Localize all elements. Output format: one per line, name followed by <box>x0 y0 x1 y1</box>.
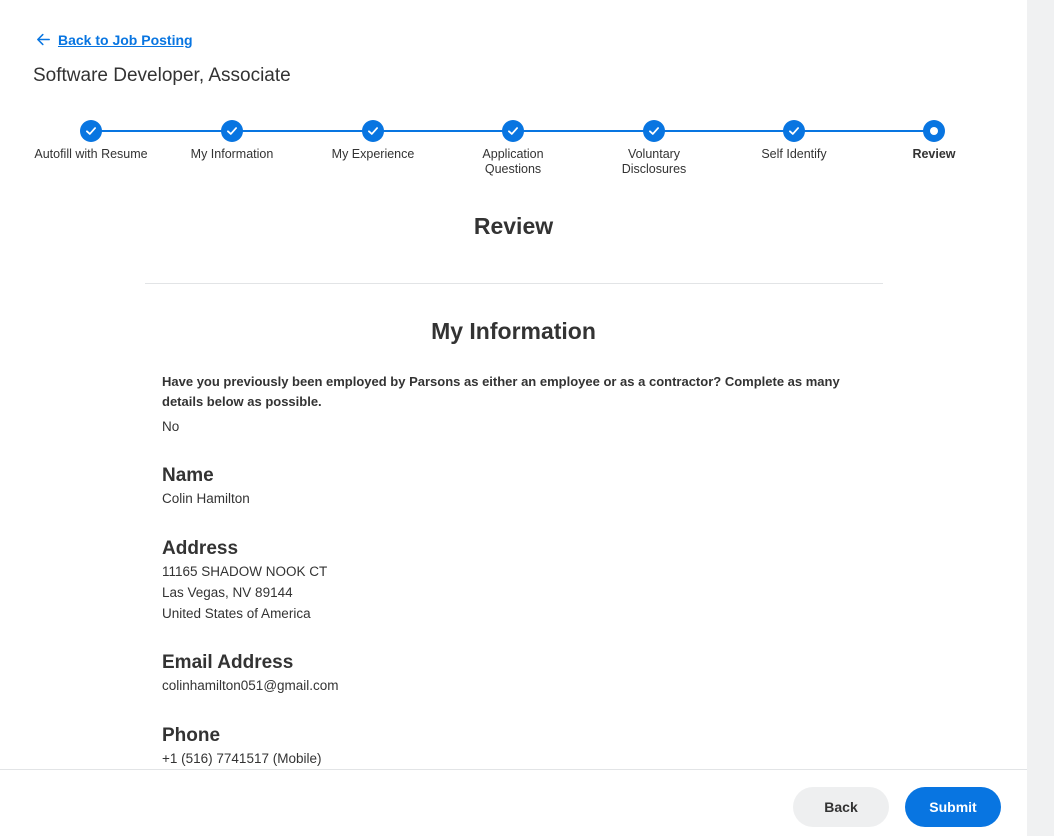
step-my-information: My Information <box>162 118 302 162</box>
check-icon <box>221 120 243 142</box>
step-label: Autofill with Resume <box>34 147 148 161</box>
phone-value: +1 (516) 7741517 (Mobile) <box>162 751 322 766</box>
previous-employment-answer: No <box>162 419 180 434</box>
progress-stepper: Autofill with Resume My Information My E… <box>0 118 1027 188</box>
name-value: Colin Hamilton <box>162 491 250 506</box>
check-icon <box>362 120 384 142</box>
step-label: Application Questions <box>482 147 544 176</box>
address-line-3: United States of America <box>162 606 311 621</box>
phone-label: Phone <box>162 725 221 746</box>
divider <box>145 283 883 284</box>
step-label: My Information <box>190 147 274 161</box>
job-title: Software Developer, Associate <box>33 65 291 86</box>
previous-employment-question: Have you previously been employed by Par… <box>162 374 840 409</box>
check-icon <box>502 120 524 142</box>
email-value: colinhamilton051@gmail.com <box>162 678 339 693</box>
check-icon <box>643 120 665 142</box>
step-label: My Experience <box>331 147 415 161</box>
step-label: Self Identify <box>761 147 827 161</box>
check-icon <box>80 120 102 142</box>
submit-button[interactable]: Submit <box>905 787 1001 827</box>
address-line-1: 11165 SHADOW NOOK CT <box>162 564 328 579</box>
arrow-left-icon <box>37 33 50 46</box>
section-heading-my-information: My Information <box>431 318 596 344</box>
step-label: Voluntary Disclosures <box>621 147 687 176</box>
step-voluntary-disclosures: Voluntary Disclosures <box>584 118 724 177</box>
step-application-questions: Application Questions <box>443 118 583 177</box>
email-label: Email Address <box>162 652 294 673</box>
back-link-label: Back to Job Posting <box>58 31 193 48</box>
scrollbar[interactable] <box>1027 0 1054 836</box>
action-footer: Back Submit <box>0 769 1027 836</box>
back-button[interactable]: Back <box>793 787 889 827</box>
address-label: Address <box>162 538 239 559</box>
application-page: Back to Job Posting Software Developer, … <box>0 0 1027 836</box>
current-step-icon <box>923 120 945 142</box>
page-heading: Review <box>473 213 554 239</box>
back-to-job-posting-link[interactable]: Back to Job Posting <box>35 31 193 48</box>
step-my-experience: My Experience <box>303 118 443 162</box>
step-self-identify: Self Identify <box>724 118 864 162</box>
check-icon <box>783 120 805 142</box>
review-content: Have you previously been employed by Par… <box>162 372 882 769</box>
step-review: Review <box>864 118 1004 162</box>
step-label: Review <box>912 147 956 161</box>
name-label: Name <box>162 465 214 486</box>
step-autofill-with-resume: Autofill with Resume <box>21 118 161 162</box>
address-line-2: Las Vegas, NV 89144 <box>162 585 293 600</box>
